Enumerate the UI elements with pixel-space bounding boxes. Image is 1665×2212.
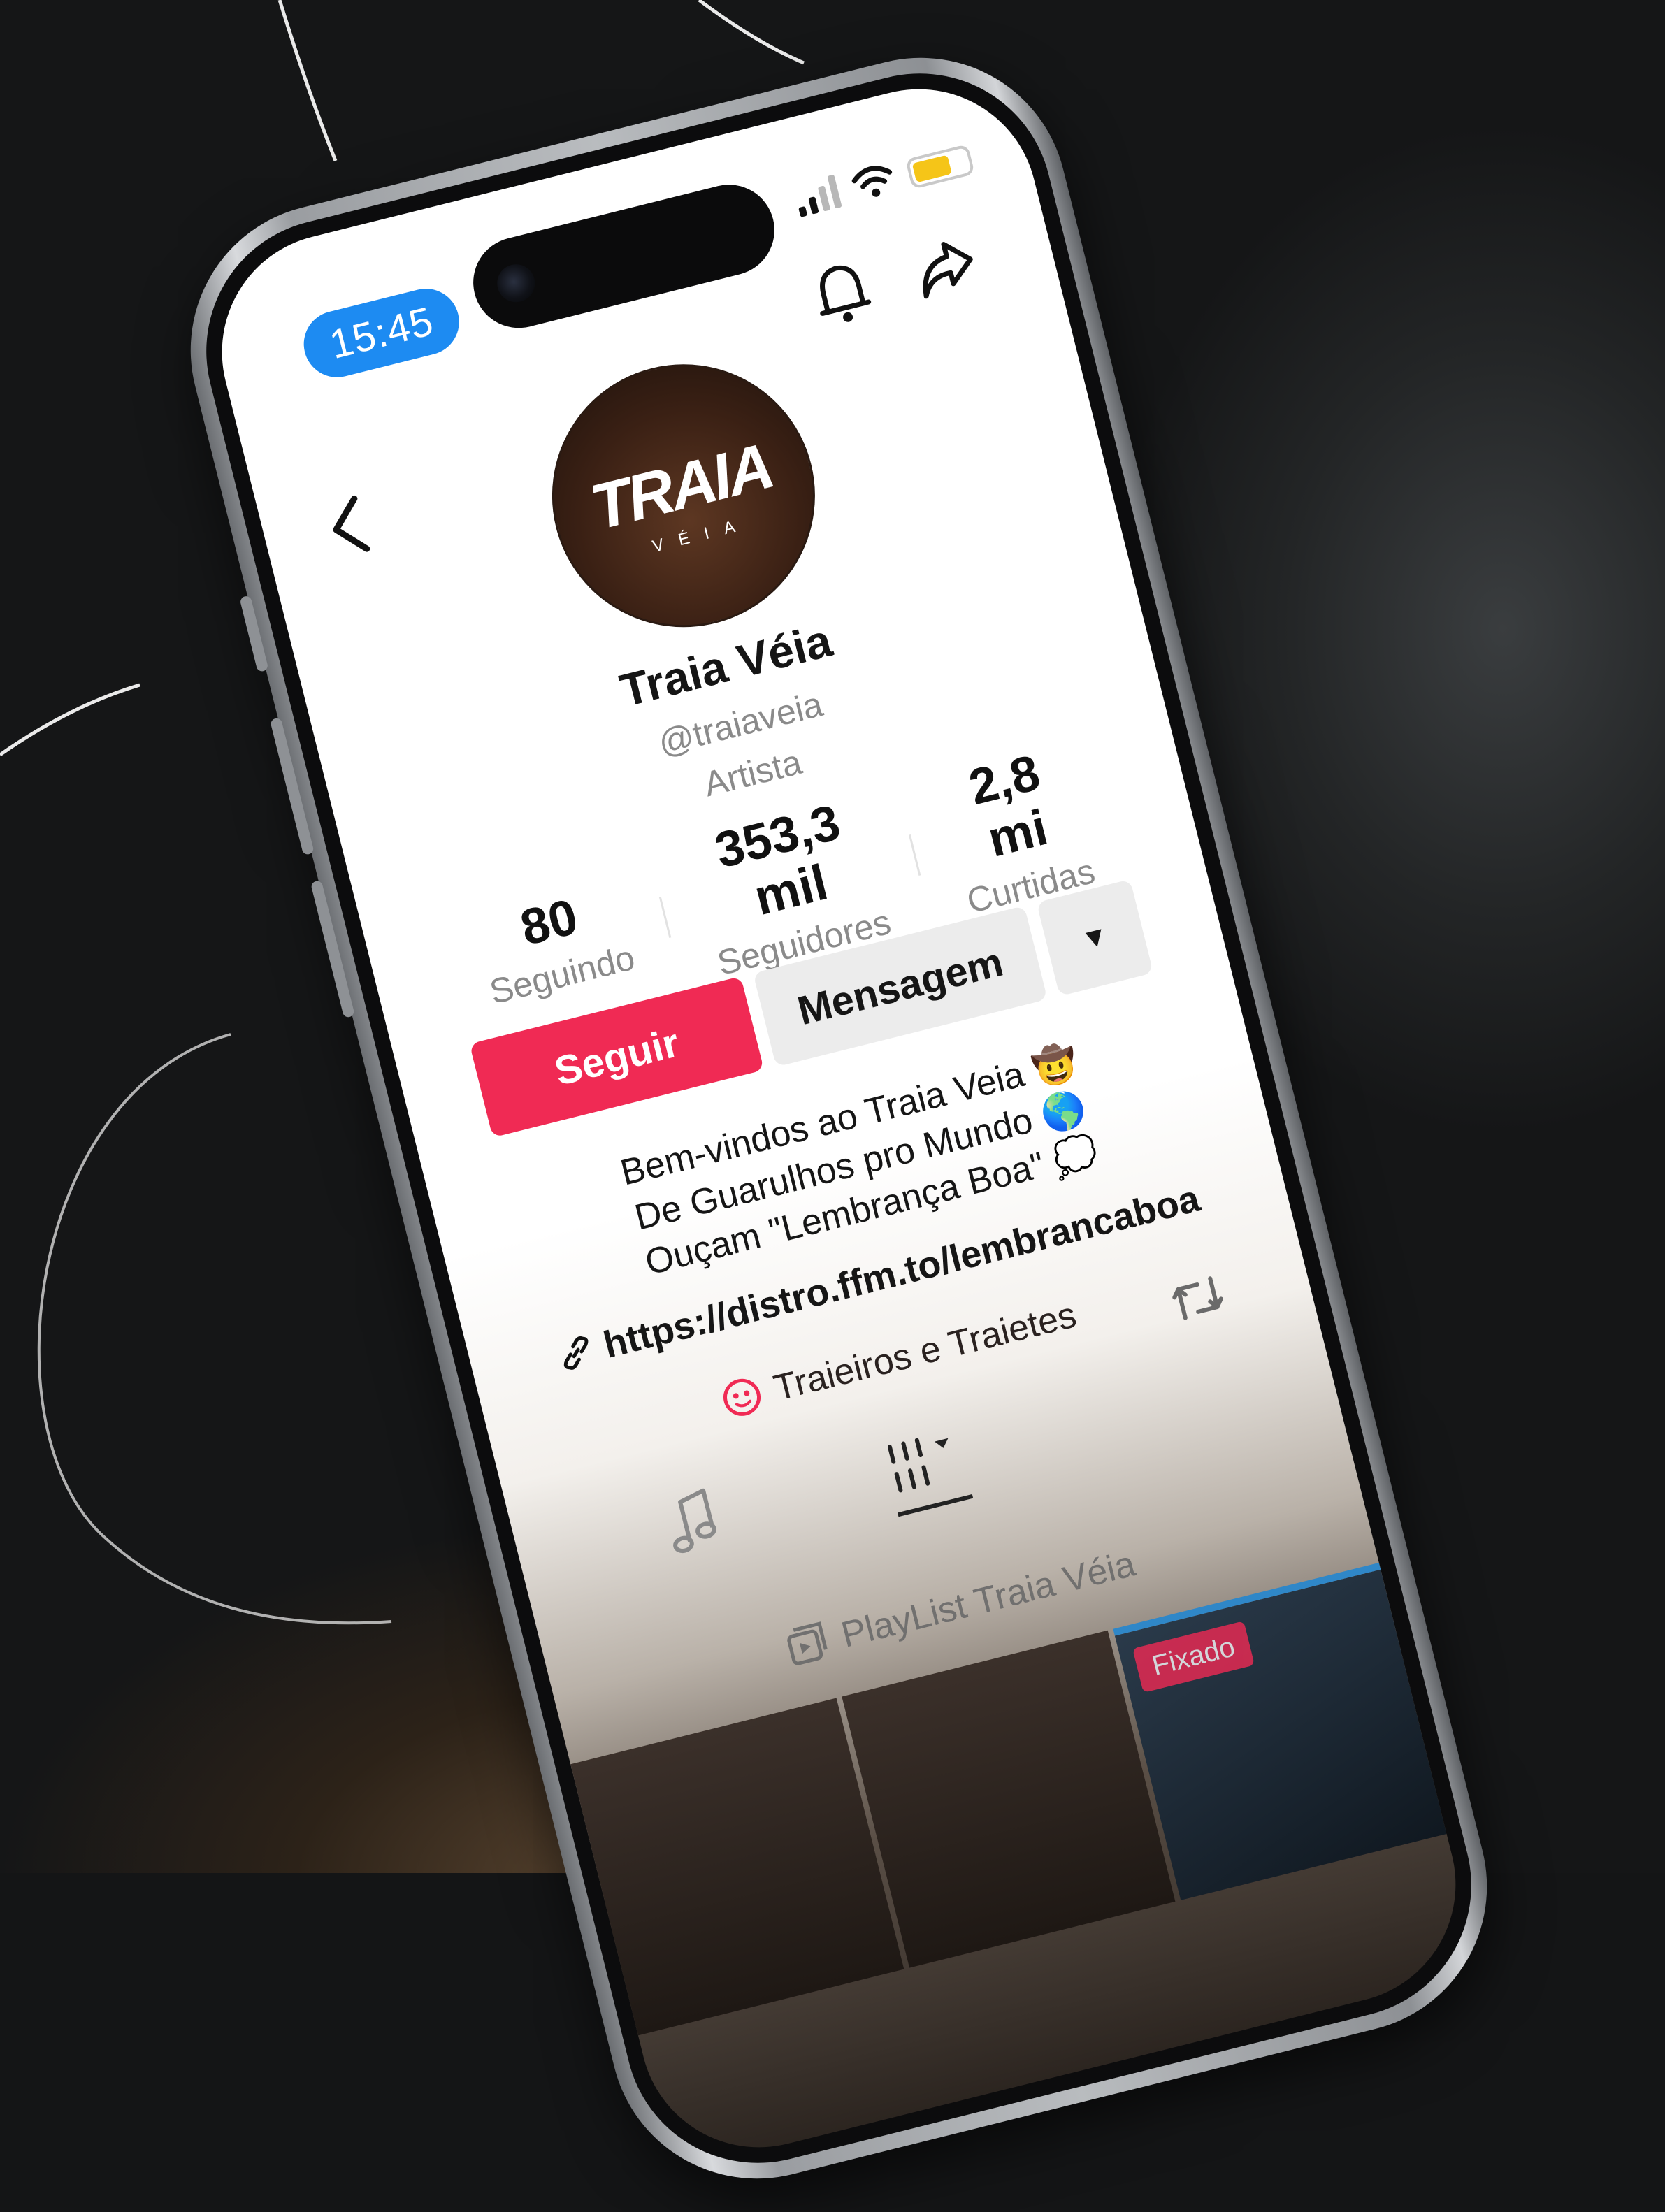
battery-icon	[904, 144, 975, 189]
community-icon	[723, 1378, 761, 1416]
tab-videos[interactable]	[880, 1426, 974, 1517]
music-note-icon	[673, 1488, 716, 1554]
notifications-button[interactable]	[807, 255, 877, 334]
tab-music[interactable]	[661, 1485, 727, 1572]
link-icon	[563, 1336, 589, 1370]
back-button[interactable]	[320, 491, 377, 566]
share-icon	[923, 242, 973, 299]
camera-icon	[493, 260, 539, 306]
caret-down-icon: ▼	[1077, 919, 1112, 956]
grid-icon	[887, 1438, 949, 1493]
status-time: 15:45	[296, 281, 467, 384]
wifi-icon	[851, 166, 893, 197]
chevron-left-icon	[333, 495, 370, 552]
bell-icon	[820, 265, 872, 322]
stat-following[interactable]: 80 Seguindo	[433, 869, 677, 1022]
share-button[interactable]	[909, 233, 982, 305]
dynamic-island	[463, 175, 784, 338]
profile-avatar[interactable]: TRAIA VÉIA	[524, 336, 843, 656]
pinned-badge: Fixado	[1132, 1621, 1255, 1693]
status-icons	[792, 140, 975, 217]
top-actions	[807, 229, 983, 334]
playlist-icon	[786, 1621, 828, 1665]
video-grid: Fixado	[570, 1562, 1447, 2036]
video-thumbnail[interactable]	[842, 1630, 1176, 1968]
signal-icon	[792, 173, 842, 217]
